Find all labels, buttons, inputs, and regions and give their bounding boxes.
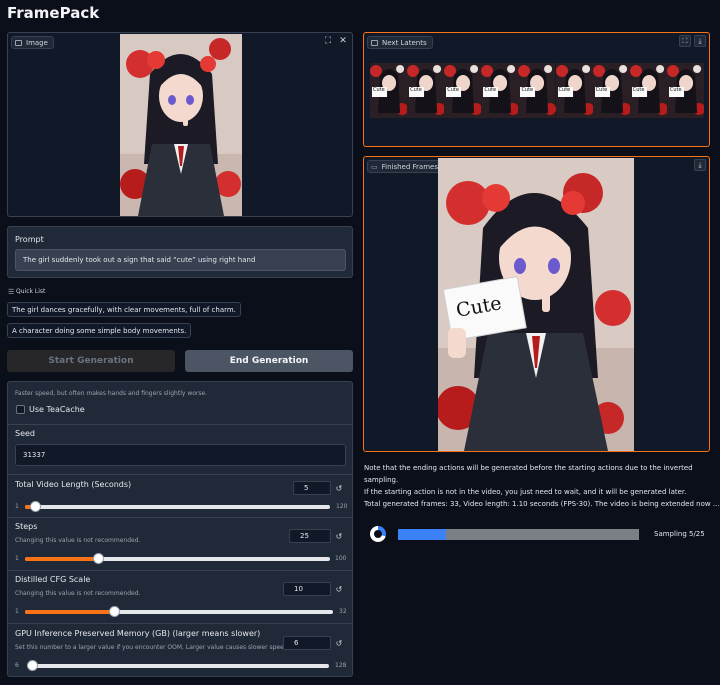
- video-length-min: 1: [15, 503, 19, 510]
- input-image: [120, 34, 242, 216]
- latent-sign-text: Cute: [632, 87, 645, 93]
- image-label: Image: [26, 38, 48, 47]
- cfg-scale-min: 1: [15, 608, 19, 615]
- finished-frames-block-label: ▭ Finished Frames: [367, 160, 444, 173]
- quick-list-item[interactable]: The girl dances gracefully, with clear m…: [7, 302, 241, 317]
- steps-max: 100: [335, 555, 347, 562]
- gpu-memory-min: 6: [15, 662, 19, 669]
- latent-frame: Cute: [592, 63, 630, 118]
- latent-frame: Cute: [370, 63, 408, 118]
- note-line-1: Note that the ending actions will be gen…: [364, 464, 693, 484]
- finished-frames-label: Finished Frames: [381, 162, 438, 171]
- latent-frame: Cute: [444, 63, 482, 118]
- note-line-2: If the starting action is not in the vid…: [364, 488, 687, 496]
- app-title: FramePack: [7, 4, 100, 22]
- gpu-memory-input[interactable]: 6: [283, 636, 331, 650]
- teacache-checkbox[interactable]: [16, 405, 25, 414]
- latent-frame: Cute: [407, 63, 445, 118]
- fullscreen-icon[interactable]: ⛶: [679, 35, 691, 47]
- quick-list-label: Quick List: [16, 288, 46, 295]
- image-icon: [15, 39, 22, 46]
- close-icon[interactable]: ✕: [337, 35, 349, 47]
- latent-sign-text: Cute: [410, 87, 422, 93]
- start-generation-button[interactable]: Start Generation: [7, 350, 175, 372]
- latent-frame: Cute: [518, 63, 556, 118]
- quick-list-item[interactable]: A character doing some simple body movem…: [7, 323, 192, 338]
- fullscreen-icon[interactable]: ⛶: [322, 35, 334, 47]
- video-length-max: 120: [336, 503, 348, 510]
- slider-thumb[interactable]: [109, 606, 121, 617]
- sampling-progress-label: Sampling 5/25: [654, 530, 705, 538]
- video-length-input[interactable]: 5: [293, 481, 331, 495]
- reset-icon[interactable]: ↺: [332, 529, 346, 543]
- latent-sign-text: Cute: [521, 87, 534, 93]
- seed-label: Seed: [15, 429, 35, 438]
- seed-input[interactable]: 31337: [15, 444, 346, 466]
- latent-frame: Cute: [481, 63, 519, 118]
- cfg-scale-slider[interactable]: [25, 606, 333, 617]
- teacache-label: Use TeaCache: [29, 405, 85, 414]
- steps-slider[interactable]: [25, 553, 330, 564]
- cfg-scale-label: Distilled CFG Scale: [15, 575, 91, 584]
- slider-thumb[interactable]: [30, 501, 42, 512]
- latent-sign-text: Cute: [447, 87, 459, 93]
- settings-panel: Faster speed, but often makes hands and …: [7, 381, 353, 677]
- gpu-memory-hint: Set this number to a larger value if you…: [15, 644, 290, 651]
- download-icon[interactable]: ⤓: [694, 159, 706, 171]
- latent-sign-text: Cute: [484, 87, 497, 93]
- prompt-label: Prompt: [15, 235, 44, 244]
- generation-status: Total generated frames: 33, Video length…: [364, 500, 720, 508]
- slider-thumb[interactable]: [93, 553, 105, 564]
- latent-sign-text: Cute: [558, 87, 571, 93]
- next-latents-panel: Next Latents ⛶ ⤓ Cute Cute Cute Cute Cute Cut…: [363, 32, 710, 147]
- reset-icon[interactable]: ↺: [332, 582, 346, 596]
- image-block-label: Image: [11, 36, 54, 49]
- reset-icon[interactable]: ↺: [332, 481, 346, 495]
- cfg-scale-hint: Changing this value is not recommended.: [15, 590, 141, 597]
- video-length-slider[interactable]: [25, 501, 330, 512]
- next-latents-label: Next Latents: [382, 38, 427, 47]
- cfg-scale-input[interactable]: 10: [283, 582, 331, 596]
- download-icon[interactable]: ⤓: [694, 35, 706, 47]
- loading-spinner-icon: [370, 526, 386, 542]
- steps-label: Steps: [15, 522, 38, 531]
- video-icon: ▭: [371, 162, 378, 171]
- prompt-input[interactable]: The girl suddenly took out a sign that s…: [15, 249, 346, 271]
- steps-input[interactable]: 25: [289, 529, 331, 543]
- prompt-panel: Prompt The girl suddenly took out a sign…: [7, 226, 353, 278]
- latent-frame: Cute: [629, 63, 667, 118]
- quick-list-icon: ☰: [8, 288, 15, 296]
- slider-thumb[interactable]: [27, 660, 38, 671]
- latent-sign-text: Cute: [595, 87, 608, 93]
- reset-icon[interactable]: ↺: [332, 636, 346, 650]
- sampling-progress-bar: [398, 529, 639, 540]
- end-generation-button[interactable]: End Generation: [185, 350, 353, 372]
- video-length-label: Total Video Length (Seconds): [15, 480, 132, 489]
- gpu-memory-label: GPU Inference Preserved Memory (GB) (lar…: [15, 629, 261, 638]
- image-icon: [371, 39, 378, 46]
- latent-frame: Cute: [666, 63, 704, 118]
- latent-sign-text: Cute: [669, 87, 682, 93]
- finished-frames-panel: ▭ Finished Frames ⤓ Cute: [363, 156, 710, 452]
- gpu-memory-slider[interactable]: [27, 660, 329, 671]
- latent-frames-strip: Cute Cute Cute Cute Cute Cute Cute Cute Cute: [370, 63, 704, 118]
- steps-hint: Changing this value is not recommended.: [15, 537, 141, 544]
- cfg-scale-max: 32: [339, 608, 347, 615]
- teacache-hint: Faster speed, but often makes hands and …: [15, 390, 208, 397]
- latent-frame: Cute: [555, 63, 593, 118]
- steps-min: 1: [15, 555, 19, 562]
- gpu-memory-max: 128: [335, 662, 347, 669]
- latent-sign-text: Cute: [373, 87, 385, 93]
- next-latents-block-label: Next Latents: [367, 36, 433, 49]
- inverted-sampling-note: Note that the ending actions will be gen…: [364, 462, 720, 498]
- image-panel: Image ⛶ ✕: [7, 32, 353, 217]
- finished-video[interactable]: Cute: [438, 158, 634, 451]
